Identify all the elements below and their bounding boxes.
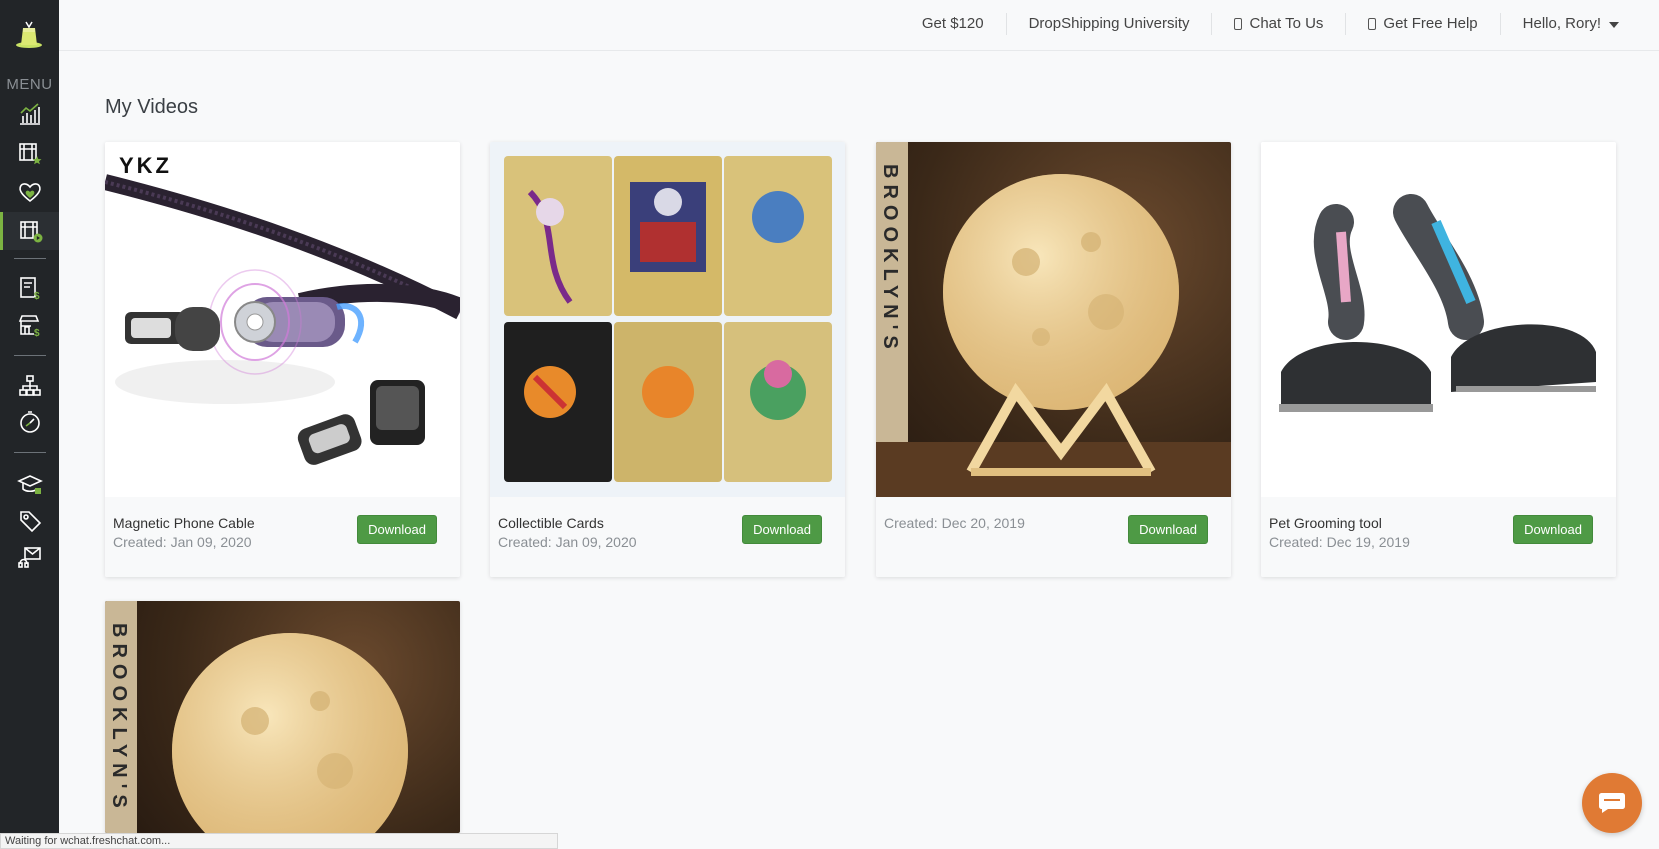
video-info: Created: Dec 20, 2019 Download	[876, 497, 1231, 577]
video-title: Magnetic Phone Cable	[113, 515, 255, 531]
user-greeting: Hello, Rory!	[1522, 15, 1601, 32]
sidebar-divider	[14, 258, 46, 259]
top-nav: Get $120 DropShipping University Chat To…	[900, 0, 1641, 48]
video-thumbnail[interactable]	[490, 142, 845, 497]
store-list-icon[interactable]: $	[0, 269, 59, 307]
video-title: Collectible Cards	[498, 515, 604, 531]
tag-icon[interactable]	[0, 502, 59, 540]
logo-icon[interactable]	[12, 18, 46, 52]
top-navbar: Get $120 DropShipping University Chat To…	[59, 0, 1659, 51]
chat-to-us-link[interactable]: Chat To Us	[1211, 13, 1345, 35]
chat-widget-button[interactable]	[1582, 773, 1642, 833]
phone-icon	[1368, 18, 1377, 30]
download-button[interactable]: Download	[1128, 515, 1208, 544]
video-thumbnail[interactable]: YKZ	[105, 142, 460, 497]
video-card: Collectible Cards Created: Jan 09, 2020 …	[490, 142, 845, 577]
sidebar: MENU $ $	[0, 0, 59, 849]
video-created-date: Created: Jan 09, 2020	[113, 534, 252, 550]
heart-favorites-icon[interactable]	[0, 173, 59, 211]
video-title: Pet Grooming tool	[1269, 515, 1382, 531]
organization-icon[interactable]	[0, 367, 59, 405]
ykz-brand-text: YKZ	[119, 153, 172, 178]
university-cap-icon[interactable]	[0, 465, 59, 503]
video-created-date: Created: Dec 19, 2019	[1269, 534, 1410, 550]
analytics-icon[interactable]	[0, 95, 59, 133]
browser-status-bar: Waiting for wchat.freshchat.com...	[0, 833, 558, 849]
video-card: BROOKLYN'S Created: Dec 20, 2019 Downloa…	[876, 142, 1231, 577]
video-card: BROOKLYN'S	[105, 601, 460, 833]
my-videos-icon[interactable]	[0, 212, 59, 250]
brooklyns-book-text: BROOKLYN'S	[108, 623, 130, 814]
video-created-date: Created: Dec 20, 2019	[884, 515, 1025, 531]
download-button[interactable]: Download	[742, 515, 822, 544]
video-info: Pet Grooming tool Created: Dec 19, 2019 …	[1261, 497, 1616, 577]
caret-down-icon	[1609, 22, 1619, 28]
video-info: Collectible Cards Created: Jan 09, 2020 …	[490, 497, 845, 577]
video-thumbnail[interactable]: BROOKLYN'S	[876, 142, 1231, 497]
phone-icon	[1234, 18, 1243, 30]
video-thumbnail[interactable]	[1261, 142, 1616, 497]
video-info: Magnetic Phone Cable Created: Jan 09, 20…	[105, 497, 460, 577]
mail-headset-icon[interactable]	[0, 538, 59, 576]
user-menu-dropdown[interactable]: Hello, Rory!	[1499, 13, 1641, 35]
video-thumbnail[interactable]: BROOKLYN'S	[105, 601, 460, 833]
menu-label: MENU	[6, 76, 53, 93]
sidebar-divider	[14, 452, 46, 453]
get-120-link[interactable]: Get $120	[900, 13, 1006, 35]
get-free-help-label: Get Free Help	[1383, 15, 1478, 32]
video-card: Pet Grooming tool Created: Dec 19, 2019 …	[1261, 142, 1616, 577]
shop-icon[interactable]: $	[0, 306, 59, 344]
video-card: YKZ Magnetic Phone Cable Created: Jan 09…	[105, 142, 460, 577]
chat-to-us-label: Chat To Us	[1249, 15, 1324, 32]
video-star-icon[interactable]	[0, 134, 59, 172]
brooklyns-book-text: BROOKLYN'S	[879, 164, 901, 355]
dropshipping-university-link[interactable]: DropShipping University	[1005, 13, 1212, 35]
chat-icon	[1599, 793, 1625, 813]
download-button[interactable]: Download	[357, 515, 437, 544]
download-button[interactable]: Download	[1513, 515, 1593, 544]
svg-text:$: $	[34, 291, 40, 301]
video-created-date: Created: Jan 09, 2020	[498, 534, 637, 550]
page-title: My Videos	[105, 96, 199, 118]
svg-text:$: $	[34, 328, 40, 338]
timer-icon[interactable]	[0, 403, 59, 441]
sidebar-divider	[14, 355, 46, 356]
get-free-help-link[interactable]: Get Free Help	[1345, 13, 1499, 35]
